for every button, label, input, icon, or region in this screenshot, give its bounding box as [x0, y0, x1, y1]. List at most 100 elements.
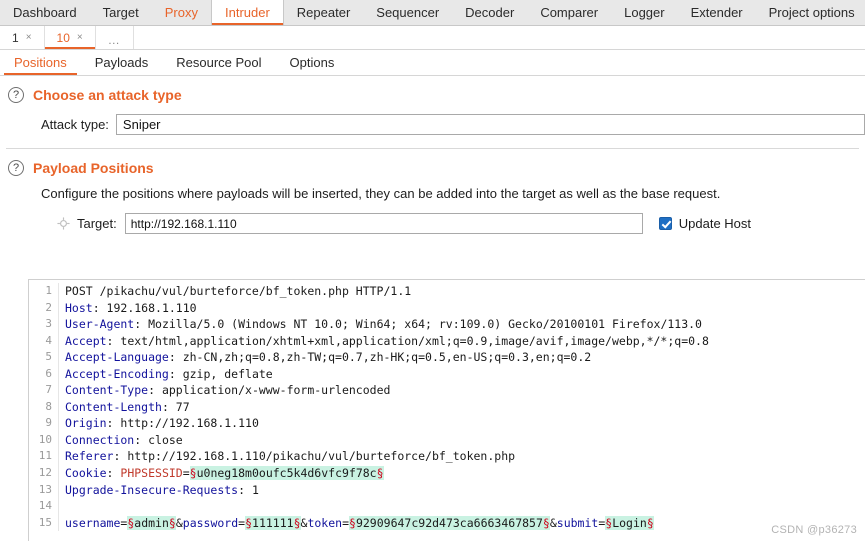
request-line[interactable]: 10 Connection: close [29, 431, 865, 449]
request-line-text[interactable]: Content-Type: application/x-www-form-url… [59, 382, 390, 399]
code-segment: PHPSESSID [120, 466, 183, 481]
request-line[interactable]: 2 Host: 192.168.1.110 [29, 299, 865, 317]
payload-positions-section-header: ? Payload Positions [0, 149, 865, 183]
code-segment: = [342, 515, 350, 530]
line-number: 8 [29, 398, 59, 416]
main-tab-project-options[interactable]: Project options [756, 0, 865, 25]
attack-tab-bar: 1 × 10 ×… [0, 26, 865, 50]
request-line[interactable]: 3 User-Agent: Mozilla/5.0 (Windows NT 10.… [29, 316, 865, 333]
request-line-text[interactable]: Upgrade-Insecure-Requests: 1 [59, 482, 259, 499]
request-editor[interactable]: 1 POST /pikachu/vul/burteforce/bf_token.p… [28, 279, 865, 541]
target-input[interactable]: http://192.168.1.110 [124, 213, 643, 234]
payload-positions-description: Configure the positions where payloads w… [41, 186, 721, 201]
tab-positions[interactable]: Positions [0, 50, 81, 75]
payload-marker: § [542, 515, 550, 530]
close-icon[interactable]: × [77, 32, 83, 43]
update-host-checkbox-wrap[interactable]: Update Host [658, 216, 752, 231]
line-number: 3 [29, 316, 59, 333]
code-segment: : http://192.168.1.110 [106, 416, 259, 431]
attack-tab-label: 1 [12, 30, 19, 45]
request-line-text[interactable]: Connection: close [59, 432, 183, 449]
request-line[interactable]: 14 [29, 498, 865, 515]
request-line[interactable]: 12 Cookie: PHPSESSID=§u0neg18m0oufc5k4d6v… [29, 465, 865, 482]
code-segment: : http://192.168.1.110/pikachu/vul/burte… [113, 449, 516, 464]
line-number: 13 [29, 481, 59, 499]
code-segment: Cookie [65, 466, 107, 481]
request-line[interactable]: 4 Accept: text/html,application/xhtml+xml… [29, 332, 865, 350]
request-line-text[interactable]: User-Agent: Mozilla/5.0 (Windows NT 10.0… [59, 316, 702, 333]
target-row: Target: http://192.168.1.110 Update Host [0, 201, 865, 234]
tab-payloads[interactable]: Payloads [81, 50, 162, 75]
attack-tab-10[interactable]: 10 × [44, 26, 96, 49]
line-number: 9 [29, 415, 59, 432]
request-line[interactable]: 8 Content-Length: 77 [29, 398, 865, 416]
request-line-text[interactable]: Host: 192.168.1.110 [59, 300, 197, 317]
intruder-inner-tab-bar: Positions Payloads Resource Pool Options [0, 50, 865, 76]
request-line-text[interactable]: Cookie: PHPSESSID=§u0neg18m0oufc5k4d6vfc… [59, 465, 384, 482]
help-icon[interactable]: ? [8, 87, 24, 103]
code-segment: Accept [65, 333, 107, 348]
payload-marker: § [376, 466, 384, 481]
line-number: 5 [29, 349, 59, 366]
request-line-text[interactable]: POST /pikachu/vul/burteforce/bf_token.ph… [59, 283, 411, 300]
line-number: 1 [29, 283, 59, 300]
payload-value: 92909647c92d473ca6663467857 [355, 515, 543, 530]
attack-tab-1[interactable]: 1 × [0, 26, 45, 49]
request-line-text[interactable]: username=§admin§&password=§111111§&token… [59, 515, 654, 532]
line-number: 6 [29, 365, 59, 383]
request-editor-content[interactable]: 1 POST /pikachu/vul/burteforce/bf_token.p… [29, 280, 865, 541]
burp-intruder-window: Dashboard Target Proxy Intruder Repeater Sequ… [0, 0, 865, 541]
request-line[interactable]: 15 username=§admin§&password=§111111§&tok… [29, 514, 865, 532]
main-tab-proxy[interactable]: Proxy [152, 0, 211, 25]
positions-panel: ? Choose an attack type Attack type: Sni… [0, 76, 865, 234]
code-segment: : close [134, 432, 183, 447]
code-segment: : 1 [238, 482, 259, 497]
main-tab-intruder[interactable]: Intruder [210, 0, 284, 25]
code-segment: Content-Type [65, 383, 149, 398]
update-host-checkbox[interactable] [658, 217, 672, 230]
payload-value: 111111 [252, 515, 294, 530]
code-segment: : 192.168.1.110 [92, 300, 197, 315]
request-line[interactable]: 13 Upgrade-Insecure-Requests: 1 [29, 481, 865, 499]
section-title-attack-type: Choose an attack type [33, 87, 182, 103]
main-tab-dashboard[interactable]: Dashboard [0, 0, 90, 25]
request-line[interactable]: 1 POST /pikachu/vul/burteforce/bf_token.p… [29, 283, 865, 300]
request-line-text[interactable]: Origin: http://192.168.1.110 [59, 415, 259, 432]
request-line-text[interactable]: Accept: text/html,application/xhtml+xml,… [59, 333, 709, 350]
request-line-text[interactable]: Content-Length: 77 [59, 399, 190, 416]
request-line[interactable]: 6 Accept-Encoding: gzip, deflate [29, 365, 865, 383]
code-segment: & [175, 515, 183, 530]
main-tab-target[interactable]: Target [90, 0, 152, 25]
update-host-label: Update Host [678, 216, 752, 231]
request-line[interactable]: 7 Content-Type: application/x-www-form-ur… [29, 382, 865, 399]
attack-tabs-more-button[interactable]: … [96, 26, 134, 49]
main-tab-bar: Dashboard Target Proxy Intruder Repeater Sequ… [0, 0, 865, 26]
main-tab-repeater[interactable]: Repeater [284, 0, 363, 25]
request-line-text[interactable]: Referer: http://192.168.1.110/pikachu/vu… [59, 448, 515, 465]
request-line[interactable]: 9 Origin: http://192.168.1.110 [29, 415, 865, 432]
request-line[interactable]: 11 Referer: http://192.168.1.110/pikachu/… [29, 448, 865, 466]
main-tab-sequencer[interactable]: Sequencer [363, 0, 452, 25]
main-tab-comparer[interactable]: Comparer [527, 0, 611, 25]
request-line-text[interactable]: Accept-Encoding: gzip, deflate [59, 366, 273, 383]
attack-type-row: Attack type: Sniper [0, 110, 865, 135]
payload-marker: § [189, 466, 197, 481]
crosshair-icon [57, 217, 70, 230]
main-tab-logger[interactable]: Logger [611, 0, 677, 25]
tab-resource-pool[interactable]: Resource Pool [162, 50, 275, 75]
attack-type-section-header: ? Choose an attack type [0, 76, 865, 110]
code-segment: : gzip, deflate [168, 366, 273, 381]
request-line-text[interactable]: Accept-Language: zh-CN,zh;q=0.8,zh-TW;q=… [59, 349, 591, 366]
main-tab-decoder[interactable]: Decoder [452, 0, 527, 25]
code-segment: Accept-Language [65, 350, 169, 365]
close-icon[interactable]: × [26, 32, 32, 43]
attack-type-select[interactable]: Sniper [115, 114, 865, 135]
main-tab-extender[interactable]: Extender [678, 0, 756, 25]
line-number: 12 [29, 465, 59, 482]
tab-options[interactable]: Options [276, 50, 349, 75]
request-line[interactable]: 5 Accept-Language: zh-CN,zh;q=0.8,zh-TW;q… [29, 349, 865, 366]
code-segment: : application/x-www-form-urlencoded [148, 383, 391, 398]
code-segment: : text/html,application/xhtml+xml,applic… [106, 333, 709, 348]
line-number: 7 [29, 382, 59, 399]
help-icon[interactable]: ? [8, 160, 24, 176]
